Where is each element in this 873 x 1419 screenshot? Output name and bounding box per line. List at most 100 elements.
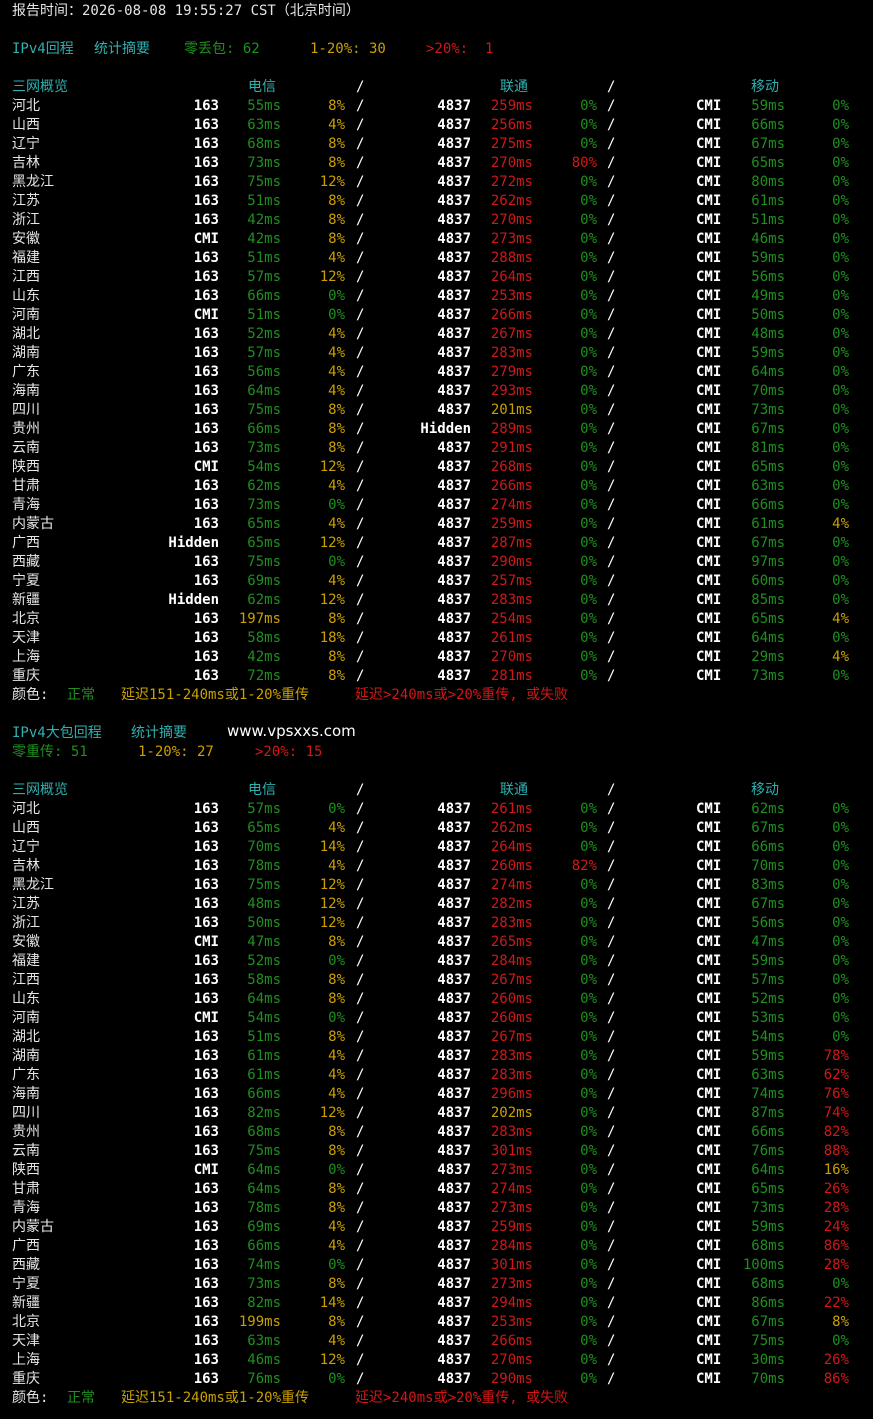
unicom-asn: 4837 bbox=[437, 991, 471, 1007]
column-separator: / bbox=[607, 516, 616, 532]
column-separator: / bbox=[356, 1181, 365, 1197]
mobile-asn: CMI bbox=[696, 1257, 722, 1273]
unicom-asn: 4837 bbox=[437, 1086, 471, 1102]
mobile-latency: 59ms bbox=[751, 1048, 785, 1064]
telecom-loss: 4% bbox=[328, 1067, 345, 1083]
telecom-loss: 4% bbox=[328, 364, 345, 380]
unicom-latency: 262ms bbox=[490, 820, 533, 836]
column-separator: / bbox=[356, 516, 365, 532]
unicom-loss: 0% bbox=[580, 364, 597, 380]
stat-1: 1-20%: 27 bbox=[138, 744, 214, 760]
column-separator: / bbox=[356, 307, 365, 323]
column-separator: / bbox=[607, 231, 616, 247]
column-separator: / bbox=[356, 364, 365, 380]
unicom-asn: 4837 bbox=[437, 1181, 471, 1197]
mobile-latency: 67ms bbox=[751, 896, 785, 912]
legend-normal: 正常 bbox=[67, 687, 95, 703]
table-row: 河北 163 57ms 0% / 4837 261ms 0% / CMI 62ms 0% bbox=[0, 800, 873, 819]
telecom-loss: 0% bbox=[328, 1162, 345, 1178]
mobile-latency: 49ms bbox=[751, 288, 785, 304]
mobile-asn: CMI bbox=[696, 288, 722, 304]
legend-label: 颜色: bbox=[12, 687, 49, 703]
column-separator: / bbox=[607, 421, 616, 437]
mobile-latency: 52ms bbox=[751, 991, 785, 1007]
telecom-latency: 75ms bbox=[247, 877, 281, 893]
mobile-loss: 28% bbox=[823, 1200, 849, 1216]
unicom-latency: 253ms bbox=[490, 288, 533, 304]
table-row: 河北 163 55ms 8% / 4837 259ms 0% / CMI 59ms 0% bbox=[0, 97, 873, 116]
region-name: 湖北 bbox=[12, 1029, 40, 1045]
telecom-loss: 14% bbox=[319, 839, 345, 855]
unicom-latency: 261ms bbox=[490, 630, 533, 646]
column-separator: / bbox=[356, 1276, 365, 1292]
table-row: 黑龙江 163 75ms 12% / 4837 274ms 0% / CMI 83ms 0% bbox=[0, 876, 873, 895]
header-sep-2: / bbox=[607, 79, 616, 95]
mobile-latency: 65ms bbox=[751, 155, 785, 171]
telecom-asn: 163 bbox=[193, 1333, 219, 1349]
telecom-loss: 8% bbox=[328, 934, 345, 950]
region-name: 河北 bbox=[12, 98, 40, 114]
mobile-asn: CMI bbox=[696, 1371, 722, 1387]
telecom-loss: 8% bbox=[328, 1181, 345, 1197]
unicom-loss: 0% bbox=[580, 1048, 597, 1064]
table-row: 内蒙古 163 65ms 4% / 4837 259ms 0% / CMI 61ms 4% bbox=[0, 515, 873, 534]
section-title-line: IPv4回程 统计摘要 零丢包: 62 1-20%: 30 >20%: 1 bbox=[0, 40, 873, 59]
telecom-latency: 51ms bbox=[247, 307, 281, 323]
mobile-loss: 0% bbox=[832, 250, 849, 266]
mobile-loss: 0% bbox=[832, 212, 849, 228]
unicom-loss: 0% bbox=[580, 1257, 597, 1273]
report-time: 报告时间：2026-08-08 19:55:27 CST（北京时间） bbox=[12, 3, 360, 19]
unicom-asn: 4837 bbox=[437, 1314, 471, 1330]
mobile-latency: 74ms bbox=[751, 1086, 785, 1102]
table-row: 广东 163 56ms 4% / 4837 279ms 0% / CMI 64ms 0% bbox=[0, 363, 873, 382]
telecom-asn: 163 bbox=[193, 516, 219, 532]
column-separator: / bbox=[607, 1257, 616, 1273]
telecom-latency: 54ms bbox=[247, 1010, 281, 1026]
telecom-asn: 163 bbox=[193, 630, 219, 646]
region-name: 贵州 bbox=[12, 421, 40, 437]
unicom-asn: 4837 bbox=[437, 231, 471, 247]
mobile-latency: 51ms bbox=[751, 212, 785, 228]
stat-2: >20%: 15 bbox=[255, 744, 323, 760]
region-name: 青海 bbox=[12, 1200, 40, 1216]
mobile-loss: 0% bbox=[832, 288, 849, 304]
telecom-loss: 4% bbox=[328, 1219, 345, 1235]
region-name: 山西 bbox=[12, 117, 40, 133]
table-row: 山东 163 66ms 0% / 4837 253ms 0% / CMI 49ms 0% bbox=[0, 287, 873, 306]
unicom-asn: 4837 bbox=[437, 896, 471, 912]
unicom-latency: 270ms bbox=[490, 155, 533, 171]
column-separator: / bbox=[356, 1333, 365, 1349]
mobile-loss: 0% bbox=[832, 554, 849, 570]
header-sep-1: / bbox=[356, 782, 365, 798]
telecom-loss: 8% bbox=[328, 98, 345, 114]
telecom-loss: 8% bbox=[328, 421, 345, 437]
header-unicom: 联通 bbox=[500, 782, 528, 798]
column-separator: / bbox=[607, 1124, 616, 1140]
column-separator: / bbox=[356, 1257, 365, 1273]
unicom-latency: 275ms bbox=[490, 136, 533, 152]
region-name: 四川 bbox=[12, 402, 40, 418]
telecom-latency: 63ms bbox=[247, 117, 281, 133]
unicom-asn: 4837 bbox=[437, 611, 471, 627]
column-separator: / bbox=[356, 535, 365, 551]
unicom-loss: 0% bbox=[580, 136, 597, 152]
mobile-latency: 61ms bbox=[751, 516, 785, 532]
column-separator: / bbox=[356, 269, 365, 285]
header-mobile: 移动 bbox=[751, 79, 779, 95]
column-separator: / bbox=[356, 972, 365, 988]
mobile-loss: 24% bbox=[823, 1219, 849, 1235]
unicom-asn: 4837 bbox=[437, 1257, 471, 1273]
column-separator: / bbox=[356, 1371, 365, 1387]
mobile-loss: 76% bbox=[823, 1086, 849, 1102]
telecom-latency: 65ms bbox=[247, 535, 281, 551]
table-row: 安徽 CMI 47ms 8% / 4837 265ms 0% / CMI 47ms 0% bbox=[0, 933, 873, 952]
unicom-latency: 272ms bbox=[490, 174, 533, 190]
mobile-loss: 0% bbox=[832, 402, 849, 418]
mobile-loss: 0% bbox=[832, 155, 849, 171]
telecom-latency: 51ms bbox=[247, 1029, 281, 1045]
unicom-asn: 4837 bbox=[437, 1352, 471, 1368]
telecom-asn: 163 bbox=[193, 155, 219, 171]
unicom-latency: 289ms bbox=[490, 421, 533, 437]
column-separator: / bbox=[356, 801, 365, 817]
telecom-latency: 197ms bbox=[238, 611, 281, 627]
